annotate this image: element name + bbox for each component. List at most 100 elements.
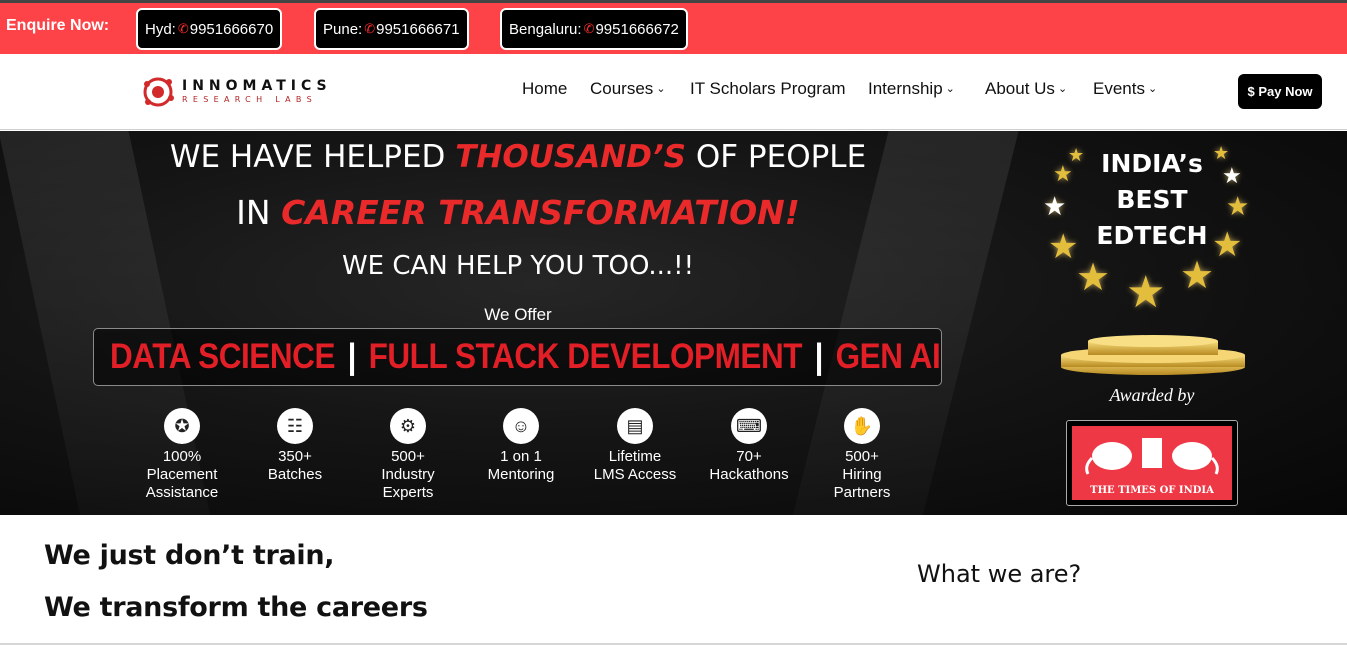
stat-value: 350+ <box>278 448 312 465</box>
hero-subheadline: WE CAN HELP YOU TOO...!! <box>341 251 695 281</box>
phone-pune[interactable]: Pune: ✆ 9951666671 <box>314 8 469 50</box>
stat-value: 500+ <box>391 448 425 465</box>
offer-gen-ai: GEN AI <box>835 337 941 376</box>
main-nav: INNOMATICS RESEARCH LABS Home Courses ⌄ I… <box>0 54 1347 130</box>
nav-it-scholars[interactable]: IT Scholars Program <box>690 79 846 99</box>
section-heading-1: We just don’t train, <box>44 540 335 571</box>
logo-mark-icon <box>143 77 174 107</box>
star-icon: ★ <box>1213 143 1230 163</box>
hero-highlight: THOUSAND’S <box>455 139 686 175</box>
nav-label: Home <box>522 79 568 98</box>
brand-subtitle: RESEARCH LABS <box>182 95 317 104</box>
stat-label: Experts <box>382 484 434 501</box>
publisher-name: THE TIMES OF INDIA <box>1090 485 1214 496</box>
brand-logo[interactable]: INNOMATICS RESEARCH LABS <box>142 76 342 108</box>
handshake-icon: ✋ <box>844 408 880 444</box>
times-of-india-logo: THE TIMES OF INDIA <box>1066 420 1238 506</box>
offer-separator: | <box>347 337 357 376</box>
star-icon: ★ <box>1053 161 1073 186</box>
stat-label: Industry <box>381 466 435 483</box>
page: Enquire Now: Hyd: ✆ 9951666670 Pune: ✆ 9… <box>0 0 1347 645</box>
offer-list: DATA SCIENCE | FULL STACK DEVELOPMENT | GEN … <box>110 337 941 377</box>
phone-hyderabad[interactable]: Hyd: ✆ 9951666670 <box>136 8 283 50</box>
star-icon: ★ <box>1180 255 1215 297</box>
nav-internship[interactable]: Internship ⌄ <box>868 79 955 99</box>
stat-lms: ▤ Lifetime LMS Access <box>575 408 695 484</box>
star-icon: ★ <box>1048 228 1079 266</box>
stat-value: 100% <box>162 448 202 465</box>
stat-hackathons: ⌨ 70+ Hackathons <box>689 408 809 484</box>
chevron-down-icon: ⌄ <box>945 83 955 95</box>
stat-label: LMS Access <box>593 466 677 483</box>
star-icon: ★ <box>1222 163 1242 188</box>
stat-mentoring: ☺ 1 on 1 Mentoring <box>461 408 581 484</box>
elephant-emblem-icon <box>1085 438 1219 475</box>
stat-batches: ☷ 350+ Batches <box>235 408 355 484</box>
hackathon-icon: ⌨ <box>731 408 767 444</box>
batches-icon: ☷ <box>277 408 313 444</box>
phone-number: 9951666672 <box>595 20 679 38</box>
phone-icon: ✆ <box>583 21 595 36</box>
hero-text: IN <box>236 193 282 232</box>
contact-bar: Enquire Now: Hyd: ✆ 9951666670 Pune: ✆ 9… <box>0 0 1347 54</box>
stat-placement: ✪ 100% Placement Assistance <box>122 408 242 502</box>
stat-label: Mentoring <box>487 466 555 483</box>
stat-label: Assistance <box>145 484 219 501</box>
what-we-are-heading: What we are? <box>917 560 1082 588</box>
award-line-2: BEST <box>1116 185 1188 214</box>
phone-city-label: Pune: <box>323 20 363 38</box>
placement-icon: ✪ <box>164 408 200 444</box>
star-icon: ★ <box>1043 191 1067 221</box>
chevron-down-icon: ⌄ <box>656 83 666 95</box>
offer-full-stack: FULL STACK DEVELOPMENT <box>368 337 803 376</box>
phone-number: 9951666670 <box>189 20 274 38</box>
phone-number: 9951666671 <box>376 20 460 38</box>
stat-label: Hackathons <box>709 466 789 483</box>
podium-icon <box>1061 335 1245 375</box>
phone-icon: ✆ <box>364 21 376 36</box>
enquire-label: Enquire Now: <box>6 17 110 34</box>
experts-icon: ⚙ <box>390 408 426 444</box>
stat-value: 500+ <box>845 448 879 465</box>
star-icon: ★ <box>1076 257 1111 299</box>
nav-label: Internship <box>868 79 943 98</box>
section-heading-2: We transform the careers <box>44 592 428 623</box>
toi-emblem: THE TIMES OF INDIA <box>1072 426 1232 500</box>
nav-about-us[interactable]: About Us ⌄ <box>985 79 1067 99</box>
pay-now-button[interactable]: $ Pay Now <box>1238 74 1322 109</box>
star-icon: ★ <box>1126 268 1166 317</box>
offer-separator: | <box>814 337 824 376</box>
nav-label: IT Scholars Program <box>690 79 846 98</box>
awarded-by-label: Awarded by <box>1109 385 1195 405</box>
brand-name: INNOMATICS <box>182 78 332 94</box>
nav-courses[interactable]: Courses ⌄ <box>590 79 666 99</box>
hero-text: OF PEOPLE <box>685 139 867 175</box>
stat-value: Lifetime <box>608 448 662 465</box>
phone-icon: ✆ <box>177 21 189 36</box>
stat-value: 1 on 1 <box>500 448 542 465</box>
offer-data-science: DATA SCIENCE <box>110 337 336 376</box>
hero-highlight: CAREER TRANSFORMATION! <box>281 193 800 232</box>
hero-text: WE HAVE HELPED <box>169 139 456 175</box>
stat-label: Batches <box>267 466 323 483</box>
hero-banner[interactable]: WE HAVE HELPED THOUSAND’S OF PEOPLE IN C… <box>0 131 1347 515</box>
nav-label: Events <box>1093 79 1145 98</box>
nav-home[interactable]: Home <box>522 79 567 99</box>
nav-events[interactable]: Events ⌄ <box>1093 79 1157 99</box>
offer-box: DATA SCIENCE | FULL STACK DEVELOPMENT | GEN … <box>93 328 942 386</box>
star-icon: ★ <box>1226 191 1250 221</box>
stat-label: Hiring <box>842 466 882 483</box>
stat-label: Partners <box>833 484 891 501</box>
mentoring-icon: ☺ <box>503 408 539 444</box>
nav-label: About Us <box>985 79 1055 98</box>
hero-headline-1: WE HAVE HELPED THOUSAND’S OF PEOPLE <box>0 139 1036 175</box>
stat-label: Placement <box>146 466 218 483</box>
phone-bengaluru[interactable]: Bengaluru: ✆ 9951666672 <box>500 8 688 50</box>
stat-value: 70+ <box>736 448 762 465</box>
phone-city-label: Hyd: <box>145 20 176 38</box>
stat-experts: ⚙ 500+ Industry Experts <box>348 408 468 502</box>
chevron-down-icon: ⌄ <box>1147 83 1158 95</box>
nav-label: Courses <box>590 79 654 98</box>
phone-city-label: Bengaluru: <box>509 20 582 38</box>
we-offer-label: We Offer <box>484 305 552 324</box>
